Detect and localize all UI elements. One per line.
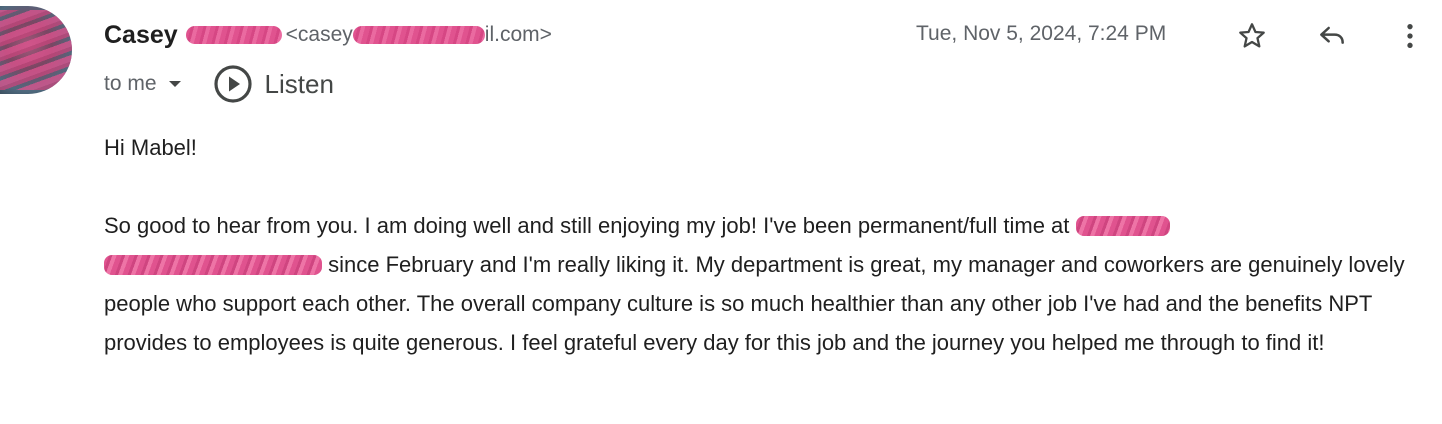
avatar-redaction bbox=[0, 10, 72, 90]
reply-icon bbox=[1320, 26, 1344, 44]
play-circle-icon bbox=[213, 65, 252, 103]
message-text-part-1: So good to hear from you. I am doing wel… bbox=[104, 213, 1076, 238]
star-icon bbox=[1239, 23, 1265, 48]
more-vert-icon bbox=[1407, 24, 1413, 48]
sender-name[interactable]: Casey bbox=[104, 21, 178, 50]
more-options-button[interactable] bbox=[1392, 18, 1428, 54]
recipient-label: to me bbox=[104, 72, 157, 95]
sender-email-prefix: <casey bbox=[285, 23, 353, 46]
recipient-details-toggle[interactable]: to me bbox=[104, 72, 181, 96]
message-paragraph: So good to hear from you. I am doing wel… bbox=[104, 206, 1434, 362]
sender-email-suffix: il.com> bbox=[484, 23, 552, 46]
message-body: Hi Mabel! So good to hear from you. I am… bbox=[104, 128, 1434, 362]
sender-surname-redaction bbox=[185, 26, 282, 44]
listen-label: Listen bbox=[264, 68, 334, 99]
sender-email: <casey il.com> bbox=[286, 23, 552, 47]
sender-avatar[interactable] bbox=[0, 6, 72, 94]
company-name-redaction-1 bbox=[1075, 216, 1170, 236]
chevron-down-icon bbox=[168, 81, 181, 87]
listen-button[interactable]: Listen bbox=[213, 64, 334, 104]
recipient-row: to me Listen bbox=[104, 64, 334, 104]
sender-row: Casey <casey il.com> bbox=[104, 18, 552, 52]
company-name-redaction-2 bbox=[104, 255, 322, 275]
message-date: Tue, Nov 5, 2024, 7:24 PM bbox=[916, 22, 1167, 45]
reply-button[interactable] bbox=[1314, 18, 1350, 54]
star-button[interactable] bbox=[1234, 18, 1270, 54]
sender-email-redaction bbox=[352, 26, 485, 44]
message-greeting: Hi Mabel! bbox=[104, 135, 197, 160]
